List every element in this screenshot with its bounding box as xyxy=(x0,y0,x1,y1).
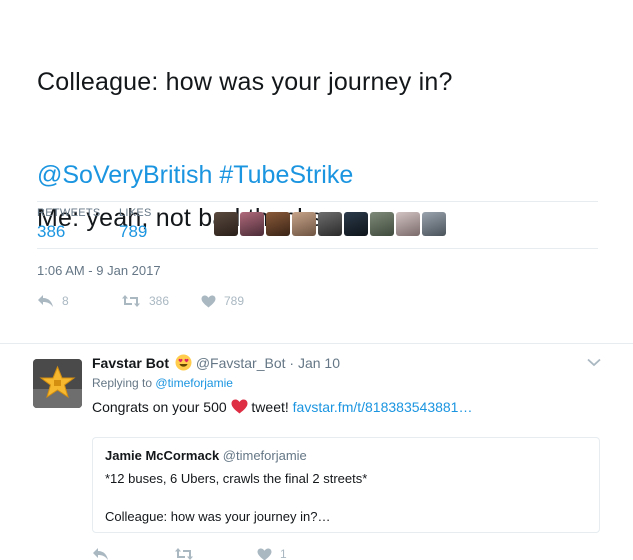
liker-avatar[interactable] xyxy=(292,212,316,236)
liker-avatar[interactable] xyxy=(266,212,290,236)
heart-icon xyxy=(257,548,272,560)
tweet-timestamp[interactable]: 1:06 AM - 9 Jan 2017 xyxy=(37,263,161,278)
reply-icon xyxy=(93,548,108,560)
replying-to: Replying to @timeforjamie xyxy=(92,376,233,390)
favstar-avatar[interactable] xyxy=(33,359,82,408)
reply-tweet[interactable]: Favstar Bot @Favstar_Bot · Jan 10 Replyi… xyxy=(0,344,633,560)
tweet-tags: @SoVeryBritish #TubeStrike xyxy=(37,158,353,192)
heart-icon xyxy=(201,295,216,307)
quote-header: Jamie McCormack @timeforjamie xyxy=(105,448,307,464)
quote-author-handle: @timeforjamie xyxy=(222,448,307,463)
quote-line-1: *12 buses, 6 Ubers, crawls the final 2 s… xyxy=(105,471,368,486)
chevron-down-icon[interactable] xyxy=(587,358,601,367)
liker-avatar[interactable] xyxy=(370,212,394,236)
reply-like-action[interactable]: 1 xyxy=(257,547,287,560)
reply-icon xyxy=(38,295,53,307)
likes-stat[interactable]: LIKES 789 xyxy=(119,207,152,242)
reply-date[interactable]: Jan 10 xyxy=(298,355,340,371)
reply-text-before: Congrats on your 500 xyxy=(92,399,227,415)
red-heart-emoji-icon xyxy=(231,399,248,414)
liker-avatar[interactable] xyxy=(214,212,238,236)
main-tweet: Colleague: how was your journey in? Me: … xyxy=(0,0,633,344)
reply-header: Favstar Bot @Favstar_Bot · Jan 10 xyxy=(92,354,340,372)
reply-text-after: tweet! xyxy=(251,399,289,415)
reply-author-name[interactable]: Favstar Bot xyxy=(92,355,169,371)
favstar-link[interactable]: favstar.fm/t/818383543881… xyxy=(293,399,473,415)
liker-avatar[interactable] xyxy=(240,212,264,236)
retweet-icon xyxy=(175,548,193,560)
likes-value: 789 xyxy=(119,222,148,241)
reply-like-count: 1 xyxy=(280,547,287,560)
quoted-tweet[interactable]: Jamie McCormack @timeforjamie *12 buses,… xyxy=(92,437,600,533)
retweets-label: RETWEETS xyxy=(37,207,101,219)
retweet-count: 386 xyxy=(149,294,170,308)
retweet-action[interactable]: 386 xyxy=(121,294,169,308)
liker-avatars xyxy=(214,212,446,236)
heart-eyes-emoji-icon xyxy=(175,354,192,371)
like-count: 789 xyxy=(224,294,245,308)
separator-dot: · xyxy=(289,355,295,371)
reply-retweet-action[interactable] xyxy=(174,547,194,560)
likes-label: LIKES xyxy=(119,207,152,219)
reply-author-handle[interactable]: @Favstar_Bot xyxy=(196,355,286,371)
mention-link[interactable]: @SoVeryBritish xyxy=(37,161,212,189)
liker-avatar[interactable] xyxy=(396,212,420,236)
favstar-logo-icon xyxy=(33,359,82,408)
liker-avatar[interactable] xyxy=(344,212,368,236)
tweet-stats: RETWEETS 386 LIKES 789 xyxy=(37,201,598,249)
quote-author-name: Jamie McCormack xyxy=(105,448,220,463)
reply-action[interactable]: 8 xyxy=(37,294,69,308)
reply-reply-action[interactable] xyxy=(92,547,109,560)
liker-avatar[interactable] xyxy=(318,212,342,236)
replying-to-link[interactable]: @timeforjamie xyxy=(155,376,233,390)
hashtag-link[interactable]: #TubeStrike xyxy=(219,161,353,189)
reply-text: Congrats on your 500 tweet! favstar.fm/t… xyxy=(92,398,472,416)
retweets-value: 386 xyxy=(37,222,66,241)
retweet-icon xyxy=(122,295,140,307)
replying-prefix: Replying to xyxy=(92,376,153,390)
liker-avatar[interactable] xyxy=(422,212,446,236)
like-action[interactable]: 789 xyxy=(201,294,244,308)
tweet-line-1: Colleague: how was your journey in? xyxy=(37,68,453,96)
reply-count: 8 xyxy=(62,294,69,308)
quote-line-2: Colleague: how was your journey in?… xyxy=(105,509,331,524)
retweets-stat[interactable]: RETWEETS 386 xyxy=(37,207,101,242)
